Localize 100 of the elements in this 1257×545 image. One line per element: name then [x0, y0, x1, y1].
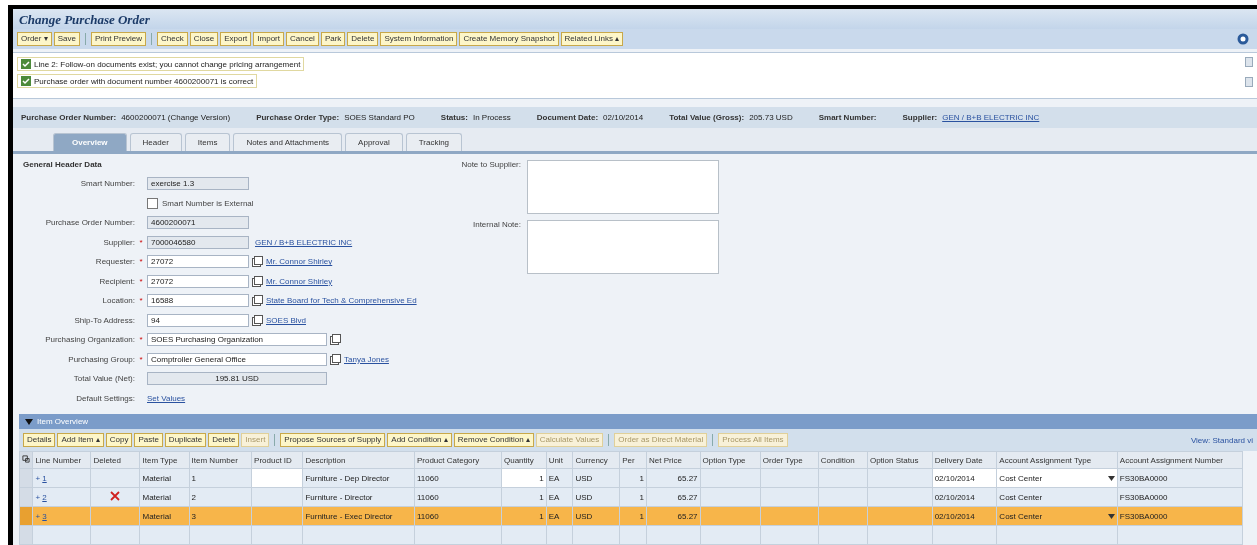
value-help-icon[interactable]	[252, 275, 263, 287]
column-header[interactable]: Deleted	[90, 451, 140, 469]
tab[interactable]: Tracking	[405, 133, 463, 151]
checkbox-label: Smart Number is External	[162, 198, 254, 208]
table-cell: FS30BA0000	[1119, 511, 1168, 521]
toolbar-button[interactable]: Copy	[105, 433, 133, 447]
expand-icon[interactable]: +	[35, 492, 41, 502]
field-label: Default Settings:	[75, 393, 135, 403]
column-header[interactable]: Option Status	[867, 451, 933, 469]
toolbar-button[interactable]: Close	[189, 32, 219, 46]
table-cell: 1	[639, 473, 644, 483]
input-field[interactable]: 16588	[147, 294, 249, 308]
field-link[interactable]: Tanya Jones	[344, 354, 389, 364]
value-help-icon[interactable]	[252, 314, 263, 326]
note-label: Note to Supplier:	[460, 160, 521, 171]
value-help-icon[interactable]	[330, 353, 341, 365]
column-header[interactable]: Product Category	[414, 451, 502, 469]
tab[interactable]: Items	[184, 133, 231, 151]
required-mark: *	[139, 276, 143, 286]
required-mark: *	[139, 257, 143, 267]
column-header[interactable]: Item Type	[140, 451, 190, 469]
table-cell: Material	[142, 511, 171, 521]
column-header[interactable]: Product ID	[251, 451, 303, 469]
toolbar-button[interactable]: Propose Sources of Supply	[280, 433, 386, 447]
column-header[interactable]: Option Type	[700, 451, 761, 469]
note-label: Internal Note:	[471, 220, 521, 231]
supplier-link[interactable]: GEN / B+B ELECTRIC INC	[942, 113, 1040, 122]
toolbar-button[interactable]: Print Preview	[90, 32, 147, 46]
toolbar-button[interactable]: Duplicate	[164, 433, 207, 447]
toolbar-button[interactable]: Delete	[208, 433, 240, 447]
toolbar-button[interactable]: Park	[320, 32, 346, 46]
dropdown-arrow-icon[interactable]	[1107, 513, 1115, 519]
set-values-link[interactable]: Set Values	[147, 393, 186, 403]
column-header[interactable]: Per	[619, 451, 647, 469]
checkbox[interactable]	[147, 197, 158, 209]
column-header[interactable]: Order Type	[760, 451, 819, 469]
line-number-link[interactable]: 1	[42, 473, 47, 483]
column-header[interactable]: Currency	[572, 451, 620, 469]
column-header[interactable]: Description	[302, 451, 415, 469]
value-help-icon[interactable]	[252, 256, 263, 268]
field-link[interactable]: Mr. Connor Shirley	[266, 276, 333, 286]
input-field[interactable]: 27072	[147, 274, 249, 288]
field-link[interactable]: GEN / B+B ELECTRIC INC	[255, 237, 353, 247]
column-header[interactable]: Item Number	[189, 451, 252, 469]
toolbar-button[interactable]: Cancel	[285, 32, 319, 46]
tab[interactable]: Header	[129, 133, 182, 151]
input-field[interactable]: 27072	[147, 255, 249, 269]
help-icon[interactable]	[1237, 33, 1249, 45]
input-field[interactable]: Comptroller General Office	[147, 352, 327, 366]
column-header[interactable]: Unit	[546, 451, 573, 469]
info-label: Purchase Order Number:	[21, 113, 117, 122]
tab[interactable]: Approval	[345, 133, 403, 151]
toolbar-button[interactable]: Order ▾	[17, 32, 52, 46]
field-link[interactable]: SOES Blvd	[266, 315, 306, 325]
toolbar-button[interactable]: Save	[53, 32, 80, 46]
table-cell: EA	[548, 492, 560, 502]
column-header[interactable]: Net Price	[646, 451, 701, 469]
expand-icon[interactable]: +	[35, 511, 41, 521]
toolbar-button[interactable]: Related Links ▴	[560, 32, 624, 46]
table-cell: Cost Center	[999, 473, 1043, 483]
message-text: Line 2: Follow-on documents exist; you cannot change pricing arrangement	[34, 59, 301, 69]
toolbar-button[interactable]: Add Condition ▴	[387, 433, 452, 447]
select-all-header[interactable]	[19, 451, 33, 469]
input-field[interactable]: 94	[147, 313, 249, 327]
table-cell: 1	[639, 492, 644, 502]
value-help-icon[interactable]	[330, 334, 341, 346]
toolbar-button[interactable]: Paste	[134, 433, 163, 447]
field-link[interactable]: State Board for Tech & Comprehensive Ed	[266, 296, 417, 306]
dropdown-arrow-icon[interactable]	[1107, 475, 1115, 481]
toolbar-button[interactable]: Delete	[347, 32, 379, 46]
info-label: Document Date:	[536, 113, 599, 122]
selection-menu-icon	[22, 455, 30, 463]
line-number-link[interactable]: 2	[42, 492, 47, 502]
table-cell: Furniture - Exec Director	[305, 511, 393, 521]
toolbar-button[interactable]: Add Item ▴	[57, 433, 104, 447]
value-help-icon[interactable]	[252, 295, 263, 307]
toolbar-button[interactable]: Details	[23, 433, 56, 447]
table-cell: 1	[539, 473, 544, 483]
column-header[interactable]: Account Assignment Type	[996, 451, 1118, 469]
toolbar-button[interactable]: Create Memory Snapshot	[459, 32, 559, 46]
toolbar-button[interactable]: Remove Condition ▴	[453, 433, 534, 447]
toolbar-button[interactable]: Export	[220, 32, 252, 46]
toolbar-button[interactable]: System Information	[380, 32, 458, 46]
line-number-link[interactable]: 3	[42, 511, 47, 521]
tab[interactable]: Notes and Attachments	[233, 133, 343, 151]
input-field: 195.81 USD	[147, 372, 327, 386]
toolbar-button[interactable]: Check	[157, 32, 188, 46]
column-header[interactable]: Account Assignment Number	[1117, 451, 1243, 469]
toolbar-button[interactable]: Import	[253, 32, 284, 46]
column-header[interactable]: Line Number	[32, 451, 91, 469]
column-header[interactable]: Delivery Date	[932, 451, 997, 469]
input-field[interactable]: SOES Purchasing Organization	[147, 333, 327, 347]
view-selector[interactable]: View: Standard vi	[1190, 435, 1253, 445]
column-header[interactable]: Quantity	[501, 451, 547, 469]
info-value: 205.73 USD	[749, 113, 793, 122]
table-cell: Material	[142, 492, 171, 502]
column-header[interactable]: Condition	[818, 451, 868, 469]
info-value: 02/10/2014	[603, 113, 644, 122]
field-link[interactable]: Mr. Connor Shirley	[266, 257, 333, 267]
expand-icon[interactable]: +	[35, 473, 41, 483]
